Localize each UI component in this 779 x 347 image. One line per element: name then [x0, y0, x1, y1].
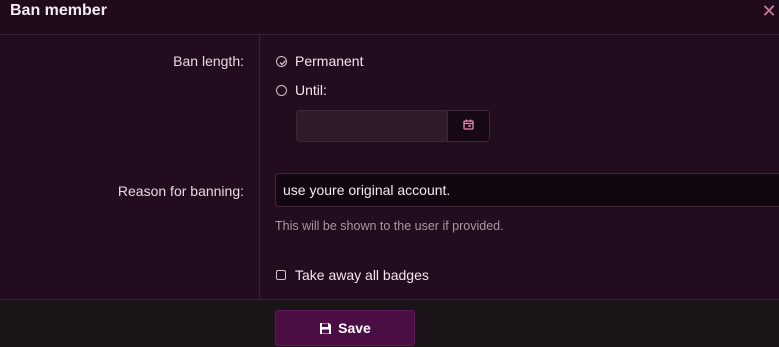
badges-checkbox[interactable]: Take away all badges	[276, 267, 429, 283]
ban-length-label: Ban length:	[173, 53, 244, 69]
divider	[259, 35, 260, 299]
dialog-footer: Save	[0, 299, 779, 347]
reason-label: Reason for banning:	[117, 183, 244, 199]
calendar-button[interactable]	[447, 111, 489, 141]
save-button[interactable]: Save	[275, 310, 415, 346]
radio-until-label: Until:	[295, 82, 327, 98]
calendar-icon	[463, 117, 474, 135]
checkbox-icon	[276, 270, 286, 280]
date-picker	[296, 110, 490, 142]
dialog-body: Ban length: Permanent Until: Reason for …	[0, 35, 779, 299]
ban-member-dialog: Ban member ✕ Ban length: Permanent Until…	[0, 0, 779, 347]
reason-input[interactable]	[275, 173, 779, 207]
radio-permanent[interactable]: Permanent	[276, 53, 363, 69]
radio-permanent-label: Permanent	[295, 53, 364, 69]
close-icon[interactable]: ✕	[761, 1, 777, 21]
dialog-title: Ban member	[10, 2, 107, 19]
save-label: Save	[338, 320, 371, 336]
save-icon	[319, 322, 332, 335]
reason-hint: This will be shown to the user if provid…	[275, 219, 504, 233]
badges-label: Take away all badges	[295, 267, 429, 283]
radio-until[interactable]: Until:	[276, 82, 327, 98]
date-input[interactable]	[297, 111, 447, 141]
radio-unchecked-icon	[276, 84, 287, 96]
radio-checked-icon	[276, 55, 287, 67]
dialog-header: Ban member ✕	[0, 0, 779, 35]
